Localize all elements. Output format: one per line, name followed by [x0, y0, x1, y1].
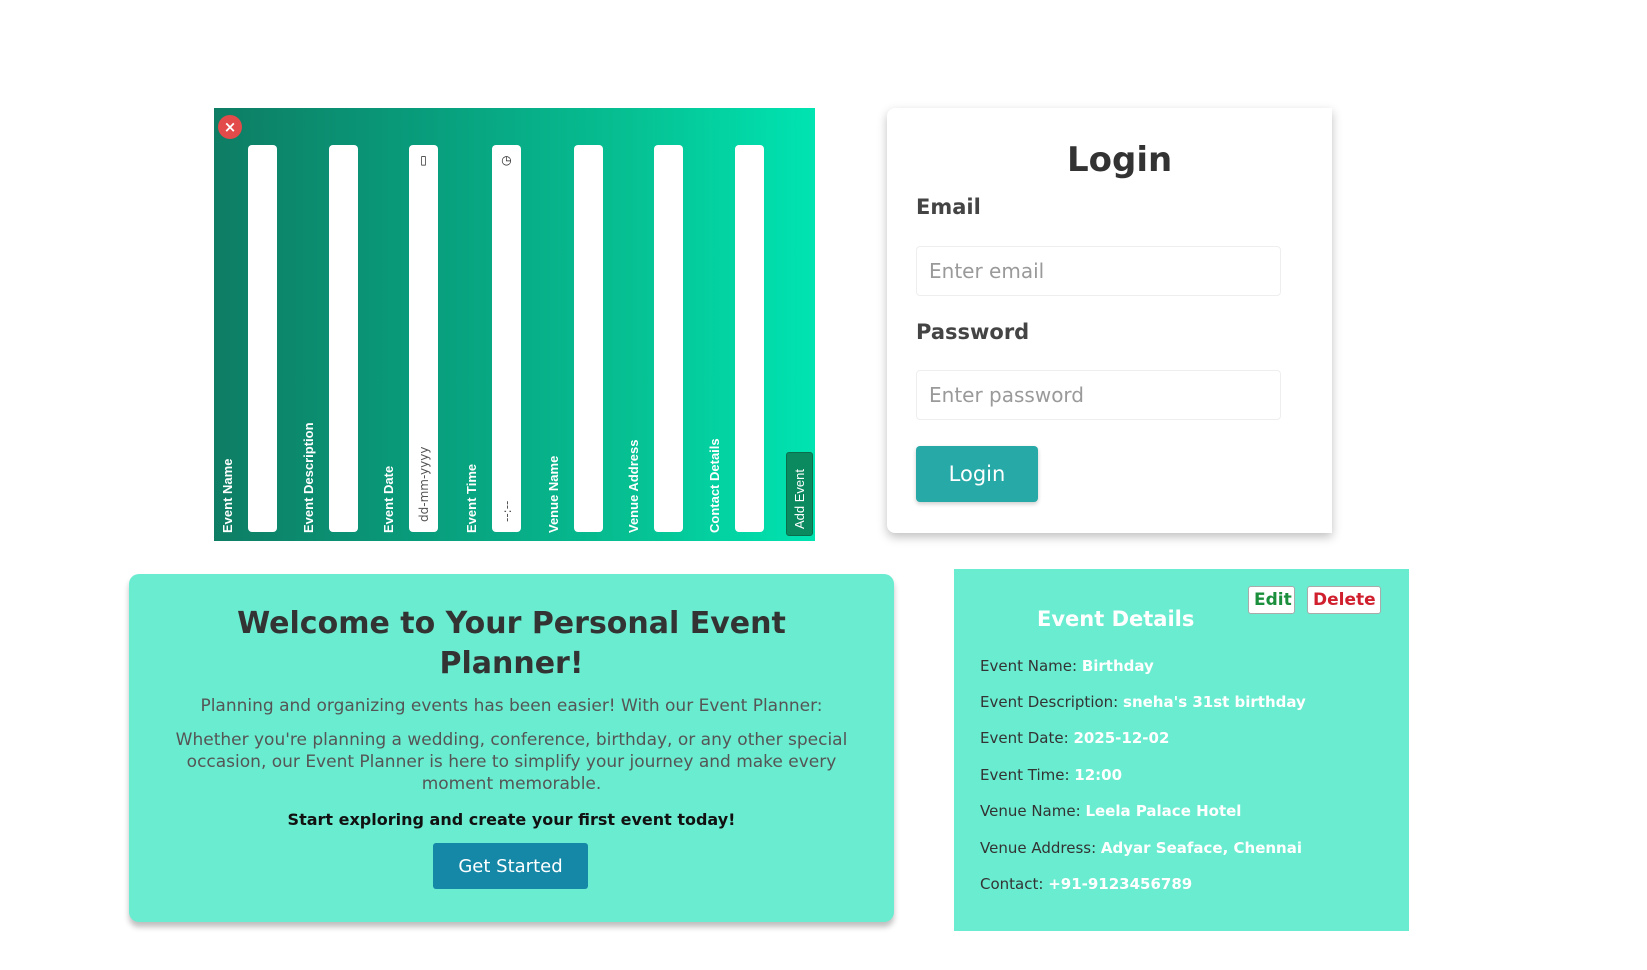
app-screenshot: × Event Name Event Description Event Dat…	[0, 0, 1647, 970]
welcome-title: Welcome to Your Personal Event Planner!	[237, 606, 786, 681]
welcome-card: Welcome to Your Personal Event Planner! …	[129, 574, 894, 922]
welcome-body: Whether you're planning a wedding, confe…	[175, 730, 848, 794]
event-time-placeholder: --:--	[500, 500, 514, 522]
password-input[interactable]	[916, 370, 1281, 420]
edit-button[interactable]: Edit	[1248, 586, 1295, 614]
detail-row: Event Date: 2025-12-02	[980, 729, 1169, 747]
email-label: Email	[916, 195, 981, 219]
venue-address-input[interactable]	[654, 145, 683, 532]
event-details-title: Event Details	[1037, 607, 1195, 631]
detail-key: Venue Name:	[980, 802, 1081, 820]
event-name-label: Event Name	[220, 458, 235, 533]
event-time-input[interactable]: ◷ --:--	[492, 145, 521, 532]
detail-row: Event Time: 12:00	[980, 766, 1122, 784]
contact-details-label: Contact Details	[707, 438, 722, 533]
venue-address-label: Venue Address	[626, 439, 641, 533]
detail-key: Contact:	[980, 875, 1044, 893]
event-description-label: Event Description	[301, 422, 316, 533]
detail-key: Event Name:	[980, 657, 1078, 675]
get-started-button[interactable]: Get Started	[433, 843, 588, 889]
detail-key: Venue Address:	[980, 839, 1097, 857]
detail-row: Event Name: Birthday	[980, 657, 1154, 675]
detail-value: 12:00	[1074, 766, 1123, 784]
contact-details-input[interactable]	[735, 145, 764, 532]
detail-row: Venue Name: Leela Palace Hotel	[980, 802, 1241, 820]
detail-value: 2025-12-02	[1073, 729, 1170, 747]
detail-value: sneha's 31st birthday	[1123, 693, 1306, 711]
close-icon[interactable]: ×	[218, 115, 242, 139]
detail-value: Birthday	[1081, 657, 1154, 675]
detail-key: Event Time:	[980, 766, 1070, 784]
clock-icon[interactable]: ◷	[499, 153, 514, 168]
event-date-placeholder: dd-mm-yyyy	[417, 446, 431, 522]
delete-button[interactable]: Delete	[1307, 586, 1381, 614]
login-title: Login	[1067, 140, 1173, 180]
add-event-form: × Event Name Event Description Event Dat…	[214, 108, 815, 541]
venue-name-label: Venue Name	[546, 455, 561, 533]
password-label: Password	[916, 320, 1030, 344]
detail-row: Contact: +91-9123456789	[980, 875, 1192, 893]
email-input[interactable]	[916, 246, 1281, 296]
welcome-cta: Start exploring and create your first ev…	[287, 810, 736, 829]
add-event-button[interactable]: Add Event	[786, 452, 813, 536]
event-name-input[interactable]	[248, 145, 277, 532]
detail-key: Event Description:	[980, 693, 1119, 711]
detail-value: Adyar Seaface, Chennai	[1100, 839, 1303, 857]
detail-row: Venue Address: Adyar Seaface, Chennai	[980, 839, 1302, 857]
event-time-label: Event Time	[464, 463, 479, 533]
login-card: Login Email Password Login	[887, 108, 1332, 533]
welcome-intro: Planning and organizing events has been …	[200, 696, 823, 716]
event-date-input[interactable]: ▯ dd-mm-yyyy	[409, 145, 438, 532]
detail-key: Event Date:	[980, 729, 1069, 747]
event-description-input[interactable]	[329, 145, 358, 532]
event-date-label: Event Date	[381, 465, 396, 533]
detail-value: Leela Palace Hotel	[1085, 802, 1242, 820]
login-button[interactable]: Login	[916, 446, 1038, 502]
detail-value: +91-9123456789	[1048, 875, 1193, 893]
venue-name-input[interactable]	[574, 145, 603, 532]
calendar-icon[interactable]: ▯	[416, 153, 431, 168]
detail-row: Event Description: sneha's 31st birthday	[980, 693, 1306, 711]
event-details-card: Edit Delete Event Details Event Name: Bi…	[954, 569, 1409, 931]
